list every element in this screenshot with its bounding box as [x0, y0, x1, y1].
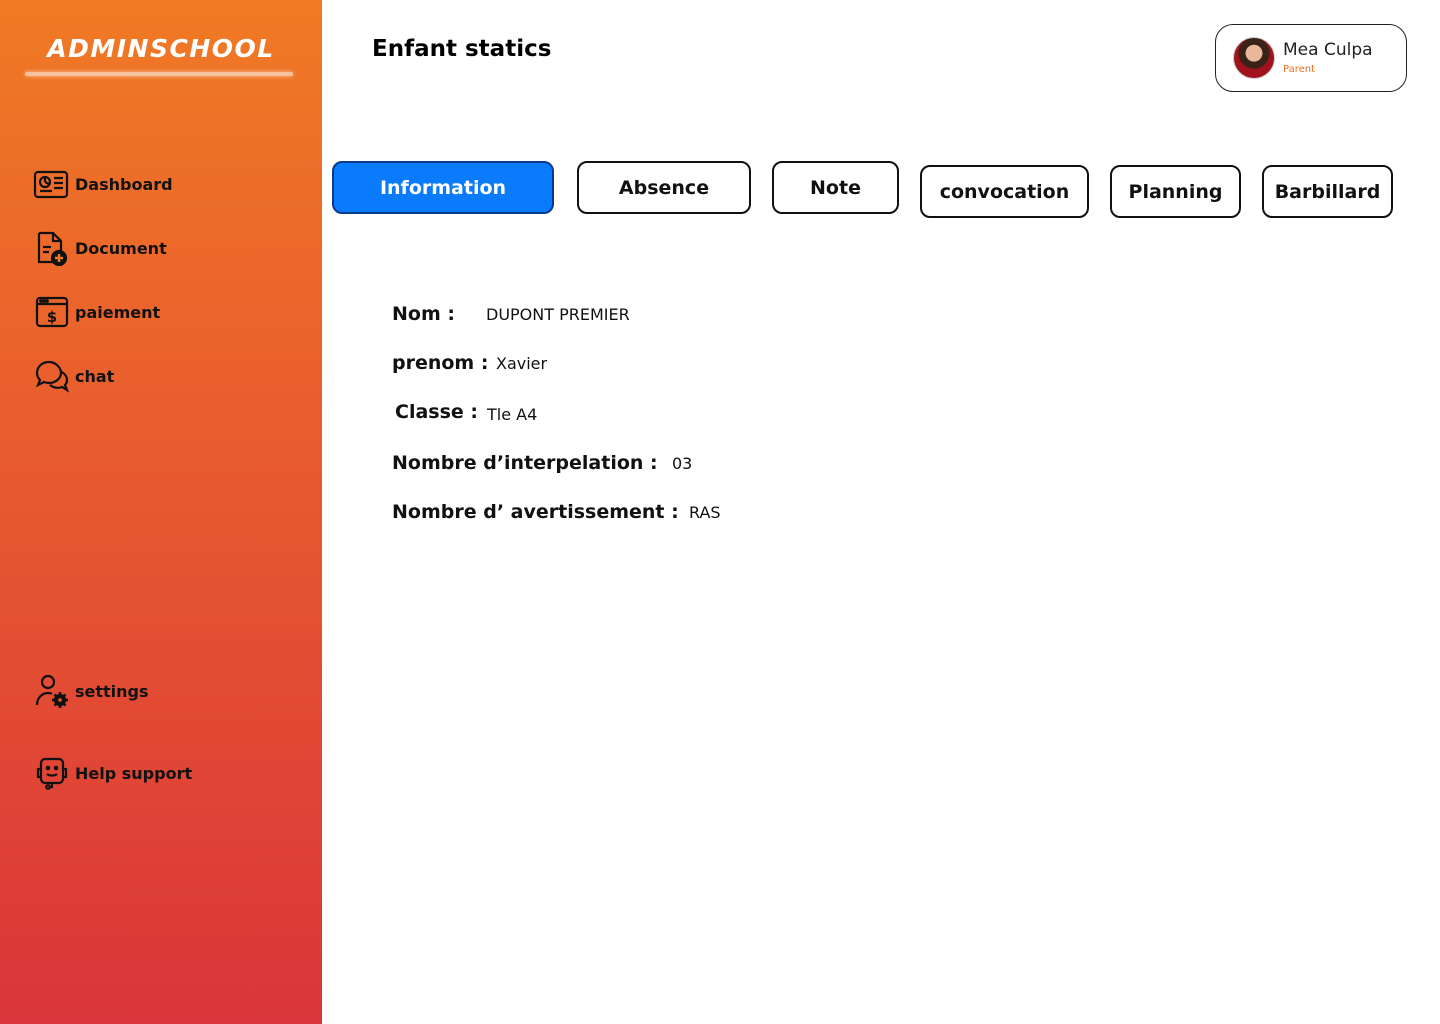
- sidebar-item-label: Help support: [75, 763, 193, 783]
- sidebar-item-settings[interactable]: settings: [33, 672, 149, 710]
- field-label-prenom: prenom :: [392, 352, 489, 374]
- field-label-nom: Nom :: [392, 303, 455, 325]
- dashboard-icon: [33, 165, 71, 203]
- user-name: Mea Culpa: [1283, 39, 1373, 60]
- field-value-interpelation: 03: [672, 454, 693, 473]
- sidebar-item-label: chat: [75, 366, 115, 386]
- field-value-prenom: Xavier: [496, 354, 548, 373]
- user-role: Parent: [1283, 63, 1316, 75]
- brand-underline: [25, 72, 293, 76]
- field-label-interpelation: Nombre d’interpelation :: [392, 452, 658, 474]
- sidebar-item-chat[interactable]: chat: [33, 357, 114, 395]
- avatar: [1233, 37, 1275, 79]
- field-value-classe: Tle A4: [487, 405, 538, 424]
- field-label-avertissement: Nombre d’ avertissement :: [392, 501, 679, 523]
- svg-text:$: $: [47, 308, 57, 326]
- chat-icon: [33, 357, 71, 395]
- help-support-icon: [33, 754, 71, 792]
- tab-absence[interactable]: Absence: [577, 161, 751, 214]
- payment-icon: $: [33, 293, 71, 331]
- field-value-avertissement: RAS: [689, 503, 721, 522]
- sidebar-item-dashboard[interactable]: Dashboard: [33, 165, 173, 203]
- field-value-nom: DUPONT PREMIER: [486, 305, 630, 324]
- sidebar-item-payment[interactable]: $ paiement: [33, 293, 160, 331]
- user-settings-icon: [33, 672, 71, 710]
- sidebar-item-label: Document: [75, 238, 167, 258]
- tab-planning[interactable]: Planning: [1110, 165, 1241, 218]
- tab-information[interactable]: Information: [332, 161, 554, 214]
- sidebar-item-document[interactable]: Document: [33, 229, 167, 267]
- sidebar-item-label: Dashboard: [75, 174, 173, 194]
- page-title: Enfant statics: [372, 36, 552, 62]
- sidebar-item-help-support[interactable]: Help support: [33, 754, 192, 792]
- tab-barbillard[interactable]: Barbillard: [1262, 165, 1393, 218]
- sidebar: ADMINSCHOOL Dashboard Document $ paiemen…: [0, 0, 322, 1024]
- sidebar-item-label: settings: [75, 681, 149, 701]
- user-profile-card[interactable]: Mea Culpa Parent: [1215, 24, 1407, 92]
- tab-note[interactable]: Note: [772, 161, 899, 214]
- document-add-icon: [33, 229, 71, 267]
- tab-convocation[interactable]: convocation: [920, 165, 1089, 218]
- field-label-classe: Classe :: [395, 401, 478, 423]
- sidebar-item-label: paiement: [75, 302, 161, 322]
- brand-logo: ADMINSCHOOL: [47, 34, 275, 63]
